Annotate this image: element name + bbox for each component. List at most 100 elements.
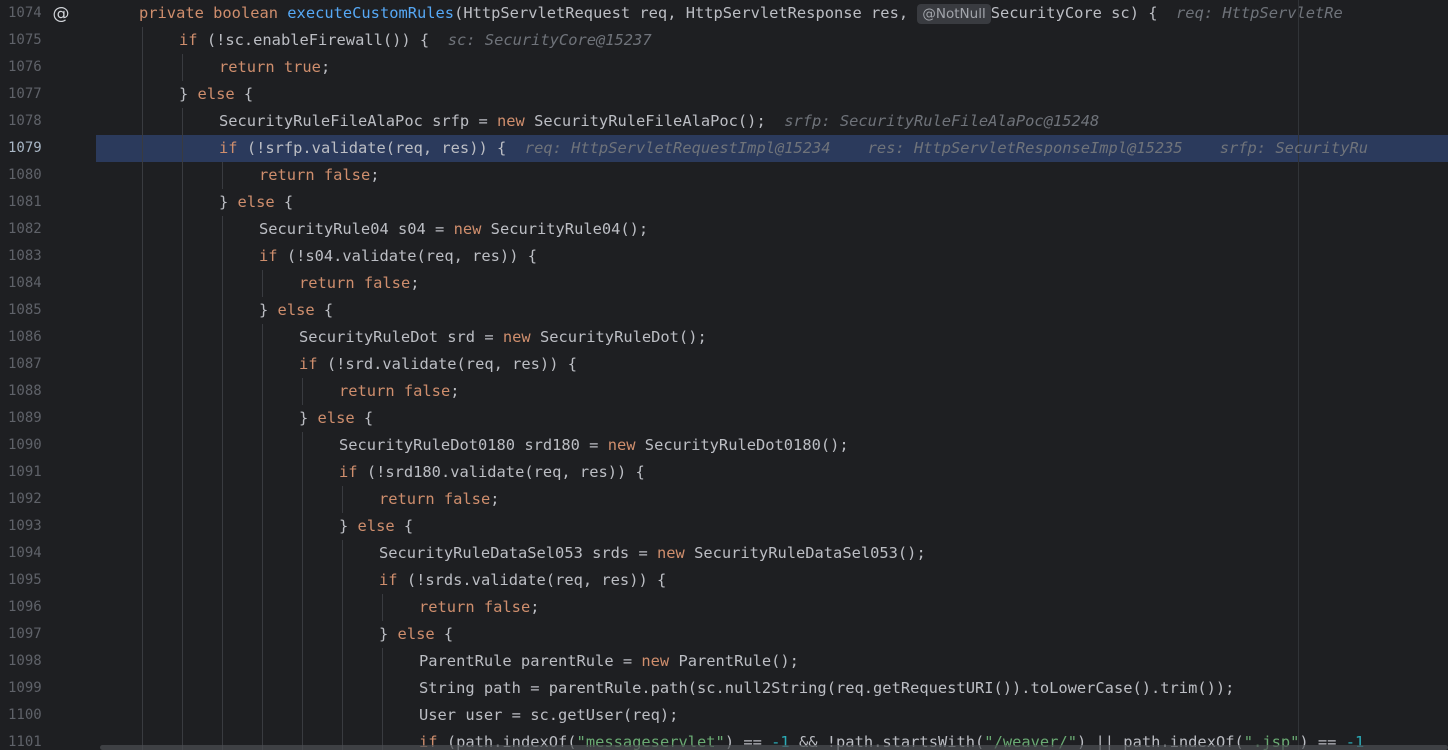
code-line[interactable]: SecurityRule04 s04 = new SecurityRule04(… [259, 216, 648, 243]
horizontal-scrollbar[interactable] [100, 745, 1448, 750]
code-line[interactable]: } else { [299, 405, 373, 432]
line-number[interactable]: 1097 [8, 621, 48, 648]
code-token: { [323, 301, 334, 319]
line-number[interactable]: 1099 [8, 675, 48, 702]
code-token: ; [370, 166, 380, 184]
line-number[interactable]: 1095 [8, 567, 48, 594]
code-token: new [496, 112, 535, 130]
code-token: executeCustomRules [287, 4, 455, 22]
code-token: ; [530, 598, 540, 616]
line-number[interactable]: 1101 [8, 729, 48, 750]
code-line[interactable]: return false; [379, 486, 500, 513]
line-number[interactable]: 1086 [8, 324, 48, 351]
code-token: (!srfp.validate(req, res)) { [246, 139, 525, 157]
code-line[interactable]: return false; [419, 594, 540, 621]
code-token: return [259, 166, 324, 184]
line-number[interactable]: 1091 [8, 459, 48, 486]
code-token: if [379, 571, 407, 589]
code-token: } [299, 409, 318, 427]
line-number[interactable]: 1076 [8, 54, 48, 81]
line-number[interactable]: 1077 [8, 81, 48, 108]
code-line[interactable]: User user = sc.getUser(req); [419, 702, 678, 729]
inline-debug-value: req: HttpServletRequestImpl@15234 res: H… [524, 139, 1368, 157]
line-number[interactable]: 1080 [8, 162, 48, 189]
code-line[interactable]: SecurityRuleDot srd = new SecurityRuleDo… [299, 324, 707, 351]
code-token: false [363, 274, 411, 292]
line-number[interactable]: 1087 [8, 351, 48, 378]
indent-guide [342, 486, 343, 513]
code-line[interactable]: return false; [299, 270, 420, 297]
code-line[interactable]: if (!srd.validate(req, res)) { [299, 351, 577, 378]
code-token: else [237, 193, 284, 211]
line-number[interactable]: 1100 [8, 702, 48, 729]
code-token: SecurityRuleFileAlaPoc(); [534, 112, 785, 130]
code-line[interactable]: SecurityRuleDot0180 srd180 = new Securit… [339, 432, 849, 459]
code-token: new [502, 328, 540, 346]
code-line[interactable]: private boolean executeCustomRules(HttpS… [139, 0, 1343, 27]
code-line[interactable]: if (!sc.enableFirewall()) { sc: Security… [179, 27, 652, 54]
code-line[interactable]: String path = parentRule.path(sc.null2St… [419, 675, 1234, 702]
line-number[interactable]: 1079 [8, 135, 48, 162]
code-token: SecurityRule04(); [490, 220, 649, 238]
code-token: new [641, 652, 679, 670]
code-token: (!srd.validate(req, res)) { [326, 355, 577, 373]
line-number[interactable]: 1081 [8, 189, 48, 216]
code-token: { [403, 517, 414, 535]
line-number[interactable]: 1094 [8, 540, 48, 567]
code-area[interactable]: private boolean executeCustomRules(HttpS… [96, 0, 1448, 750]
code-line[interactable]: if (!s04.validate(req, res)) { [259, 243, 537, 270]
code-token: { [443, 625, 454, 643]
override-at-icon[interactable]: @ [52, 5, 70, 23]
code-line[interactable]: return false; [259, 162, 380, 189]
line-number[interactable]: 1096 [8, 594, 48, 621]
line-number[interactable]: 1085 [8, 297, 48, 324]
code-line[interactable]: ParentRule parentRule = new ParentRule()… [419, 648, 799, 675]
code-line[interactable]: } else { [339, 513, 413, 540]
code-line[interactable]: return false; [339, 378, 460, 405]
code-token: SecurityRuleFileAlaPoc srfp = [219, 112, 497, 130]
code-line[interactable]: } else { [219, 189, 293, 216]
code-editor[interactable]: 1074 1075 1076 1077 1078 1079 1080 1081 1082 1083… [0, 0, 1448, 750]
line-number[interactable]: 1083 [8, 243, 48, 270]
inline-debug-value: srfp: SecurityRuleFileAlaPoc@15248 [784, 112, 1100, 130]
code-token: if [339, 463, 367, 481]
code-line[interactable]: if (!srd180.validate(req, res)) { [339, 459, 645, 486]
line-number[interactable]: 1082 [8, 216, 48, 243]
code-token: return [379, 490, 444, 508]
code-line[interactable]: SecurityRuleDataSel053 srds = new Securi… [379, 540, 926, 567]
code-token: } [259, 301, 278, 319]
code-token: private [139, 4, 214, 22]
code-token: SecurityRuleDataSel053(); [694, 544, 926, 562]
line-number[interactable]: 1088 [8, 378, 48, 405]
line-number[interactable]: 1074 [8, 0, 48, 27]
line-number-gutter[interactable]: 1074 1075 1076 1077 1078 1079 1080 1081 1082 1083… [0, 0, 96, 750]
line-number[interactable]: 1093 [8, 513, 48, 540]
code-line[interactable]: if (!srds.validate(req, res)) { [379, 567, 666, 594]
line-number[interactable]: 1089 [8, 405, 48, 432]
indent-guide [382, 594, 383, 621]
code-line[interactable]: } else { [259, 297, 333, 324]
code-token: SecurityRuleDot0180 srd180 = [339, 436, 608, 454]
code-line[interactable]: return true; [219, 54, 330, 81]
line-number[interactable]: 1084 [8, 270, 48, 297]
line-number[interactable]: 1090 [8, 432, 48, 459]
code-line[interactable]: } else { [179, 81, 253, 108]
line-number[interactable]: 1078 [8, 108, 48, 135]
line-number[interactable]: 1098 [8, 648, 48, 675]
line-number[interactable]: 1092 [8, 486, 48, 513]
code-token: ParentRule(); [678, 652, 799, 670]
line-number[interactable]: 1075 [8, 27, 48, 54]
code-token: ; [320, 58, 331, 76]
code-token: SecurityCore sc) { [990, 4, 1177, 22]
code-token: if [219, 139, 247, 157]
code-token: if [179, 31, 207, 49]
code-line[interactable]: } else { [379, 621, 453, 648]
code-token: { [363, 409, 374, 427]
code-token: new [453, 220, 491, 238]
code-token: return [299, 274, 364, 292]
code-token: SecurityRuleDataSel053 srds = [379, 544, 657, 562]
code-token: } [219, 193, 238, 211]
code-line[interactable]: SecurityRuleFileAlaPoc srfp = new Securi… [219, 108, 1099, 135]
code-token: SecurityRule04 s04 = [259, 220, 454, 238]
code-line[interactable]: if (!srfp.validate(req, res)) { req: Htt… [219, 135, 1368, 162]
